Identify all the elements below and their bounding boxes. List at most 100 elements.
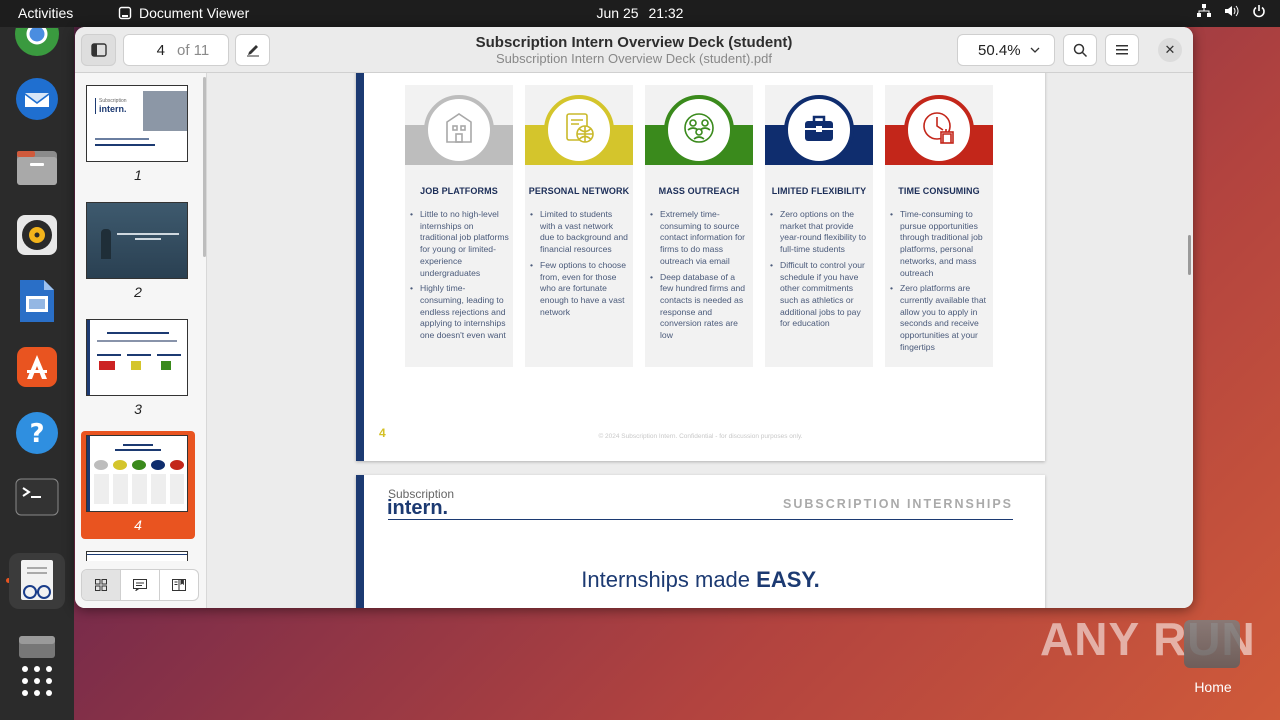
libreoffice-impress-icon[interactable] [13, 277, 61, 325]
thumbnail-page-5[interactable] [81, 547, 195, 561]
card-bullet: Highly time-consuming, leading to endles… [410, 283, 509, 342]
help-icon[interactable]: ? [13, 409, 61, 457]
card-bullet: Few options to choose from, even for tho… [530, 260, 629, 319]
hamburger-icon [1116, 45, 1128, 55]
document-scrollbar[interactable] [1188, 235, 1191, 275]
clock-date: Jun 25 [596, 5, 639, 21]
briefcase-icon [799, 108, 839, 153]
svg-text:?: ? [29, 419, 44, 449]
thumbnail-image [86, 435, 188, 512]
chrome-icon[interactable] [13, 19, 61, 67]
thumbnail-page-2[interactable]: 2 [81, 198, 195, 306]
close-icon: ✕ [1164, 42, 1176, 57]
card-bullet: Zero options on the market that provide … [770, 209, 869, 256]
top-bar: Activities Document Viewer Jun 25 21:32 [0, 0, 1280, 27]
thumbnail-label: 2 [134, 284, 142, 300]
card-bullet: Deep database of a few hundred firms and… [650, 272, 749, 342]
card-title: LIMITED FLEXIBILITY [771, 186, 867, 196]
main-menu-button[interactable] [1105, 34, 1139, 66]
problem-card: JOB PLATFORMS Little to no high-level int… [405, 85, 513, 367]
problem-card: TIME CONSUMING Time-consuming to pursue o… [885, 85, 993, 367]
home-folder-icon[interactable] [1184, 620, 1240, 668]
card-bullet: Extremely time-consuming to source conta… [650, 209, 749, 268]
card-title: MASS OUTREACH [658, 186, 740, 196]
tagline-prefix: Internships made [581, 567, 757, 592]
card-bullet: Time-consuming to pursue opportunities t… [890, 209, 989, 279]
problem-card: PERSONAL NETWORK Limited to students with… [525, 85, 633, 367]
thumbnail-page-3[interactable]: 3 [81, 315, 195, 423]
page-accent-bar [356, 73, 364, 461]
card-bullets: Time-consuming to pursue opportunities t… [890, 209, 989, 357]
network-icon [1197, 4, 1211, 17]
document-viewer-window: 4 of 11 Subscription Intern Overview Dec… [75, 27, 1193, 608]
show-apps-icon[interactable] [13, 657, 61, 705]
thumbnail-image [86, 202, 188, 279]
terminal-icon[interactable] [13, 473, 61, 521]
thumbnail-label: 4 [134, 517, 142, 533]
tagline-emphasis: EASY. [756, 567, 820, 592]
tagline: Internships made EASY. [356, 567, 1045, 593]
building-icon [439, 108, 479, 153]
app-center-icon[interactable] [13, 343, 61, 391]
card-title: TIME CONSUMING [898, 186, 980, 196]
tab-annotations[interactable] [121, 570, 160, 600]
document-view[interactable]: JOB PLATFORMS Little to no high-level int… [207, 73, 1193, 608]
system-tray[interactable] [1196, 4, 1266, 18]
card-icon-circle [784, 95, 854, 165]
thumbnail-image: Subscription intern. [86, 85, 188, 162]
divider [388, 519, 1013, 520]
card-icon-circle [424, 95, 494, 165]
search-icon [1073, 43, 1087, 57]
thumbnail-sidebar: Subscription intern. 1 2 3 4 [75, 73, 207, 608]
rhythmbox-icon[interactable] [13, 211, 61, 259]
volume-icon [1225, 5, 1239, 17]
card-icon-circle [904, 95, 974, 165]
card-title: JOB PLATFORMS [420, 186, 498, 196]
document-viewer-dock-icon[interactable] [9, 553, 65, 609]
card-bullets: Little to no high-level internships on t… [410, 209, 509, 346]
card-bullets: Zero options on the market that provide … [770, 209, 869, 334]
zoom-value: 50.4% [978, 41, 1021, 59]
zoom-dropdown[interactable]: 50.4% [957, 34, 1055, 66]
chevron-down-icon [1030, 47, 1040, 53]
grid-icon [95, 579, 107, 591]
power-icon [1253, 5, 1265, 18]
sidebar-scrollbar[interactable] [203, 77, 206, 257]
book-icon [172, 579, 186, 591]
files-icon[interactable] [13, 143, 61, 191]
people-network-icon [679, 108, 719, 153]
card-icon-circle [664, 95, 734, 165]
pdf-page-5: Subscription intern. SUBSCRIPTION INTERN… [356, 475, 1045, 608]
close-button[interactable]: ✕ [1158, 38, 1182, 62]
thumbnail-image [86, 319, 188, 396]
home-folder-label[interactable]: Home [1170, 679, 1256, 695]
tab-thumbnails[interactable] [82, 570, 121, 600]
card-icon-circle [544, 95, 614, 165]
problem-card: MASS OUTREACH Extremely time-consuming to… [645, 85, 753, 367]
pdf-page-4: JOB PLATFORMS Little to no high-level int… [356, 73, 1045, 461]
card-bullets: Limited to students with a vast network … [530, 209, 629, 322]
slide-footer: © 2024 Subscription Intern. Confidential… [598, 433, 803, 440]
clock-icon [919, 108, 959, 153]
card-bullet: Little to no high-level internships on t… [410, 209, 509, 279]
thumbnail-page-1[interactable]: Subscription intern. 1 [81, 81, 195, 189]
card-bullet: Limited to students with a vast network … [530, 209, 629, 256]
thumbnail-page-4[interactable]: 4 [81, 431, 195, 539]
search-button[interactable] [1063, 34, 1097, 66]
thumbnail-label: 1 [134, 167, 142, 183]
tab-outline[interactable] [160, 570, 198, 600]
comment-icon [133, 579, 147, 591]
thumbnail-image [86, 551, 188, 561]
problem-card: LIMITED FLEXIBILITY Zero options on the m… [765, 85, 873, 367]
logo-intern-text: intern. [387, 497, 449, 519]
brand-heading: SUBSCRIPTION INTERNSHIPS [783, 497, 1013, 511]
thunderbird-icon[interactable] [13, 75, 61, 123]
sidebar-view-switcher [81, 569, 199, 601]
card-bullet: Zero platforms are currently available t… [890, 283, 989, 353]
card-bullets: Extremely time-consuming to source conta… [650, 209, 749, 346]
dock: ? [0, 27, 74, 720]
header-bar: 4 of 11 Subscription Intern Overview Dec… [75, 27, 1193, 73]
globe-document-icon [559, 108, 599, 153]
clock[interactable]: Jun 25 21:32 [0, 5, 1280, 21]
clock-time: 21:32 [648, 5, 684, 21]
